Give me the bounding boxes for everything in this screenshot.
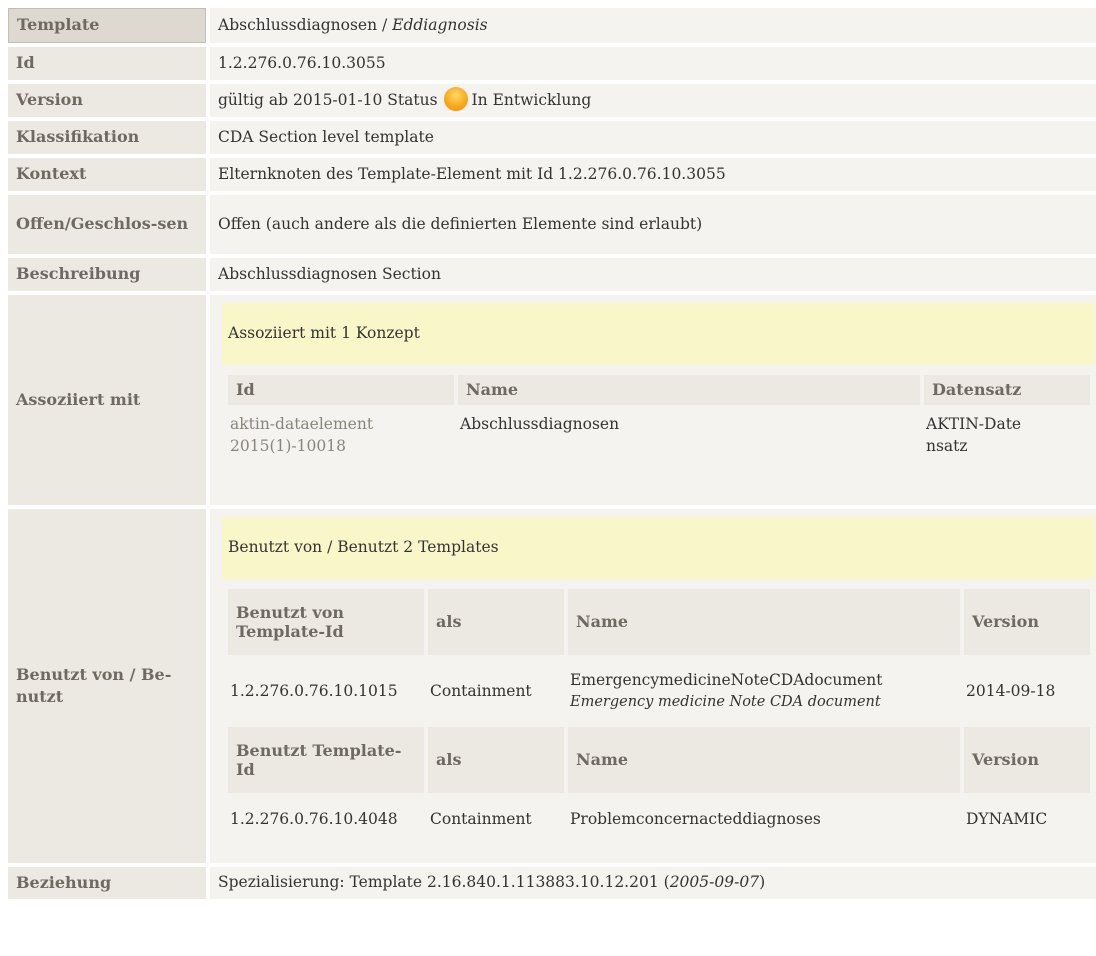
relationship-date: 2005-09-07 (669, 873, 760, 892)
value-kontext: Elternknoten des Template-Element mit Id… (210, 158, 1096, 191)
relationship-suffix: ) (759, 873, 766, 892)
col-id: Id (228, 375, 454, 405)
usage-header-1: Benutzt von Template-Id als Name Version (228, 589, 1090, 655)
row-version: Version gültig ab 2015-01-10 Status In E… (8, 84, 1096, 117)
usage-name-cell: EmergencymedicineNoteCDAdocument Emergen… (568, 659, 960, 723)
label-offen-geschlossen: Offen/Geschlos-sen (8, 195, 206, 254)
usage-table: Benutzt von Template-Id als Name Version… (224, 585, 1094, 845)
usage-template-id[interactable]: 1.2.276.0.76.10.4048 (228, 797, 424, 841)
row-kontext: Kontext Elternknoten des Template-Elemen… (8, 158, 1096, 191)
usage-version: DYNAMIC (966, 809, 1048, 828)
concept-name: Abschlussdiagnosen (460, 415, 620, 433)
label-kontext: Kontext (8, 158, 206, 191)
col-name: Name (568, 727, 960, 793)
row-klassifikation: Klassifikation CDA Section level templat… (8, 121, 1096, 154)
col-template-id: Benutzt Template-Id (228, 727, 424, 793)
row-offen-geschlossen: Offen/Geschlos-sen Offen (auch andere al… (8, 195, 1096, 254)
table-row: aktin-dataelement2015(1)-10018 Abschluss… (228, 409, 1090, 462)
usage-display-name: Emergency medicine Note CDA document (570, 693, 881, 710)
row-beziehung: Beziehung Spezialisierung: Template 2.16… (8, 867, 1096, 899)
usage-template-id[interactable]: 1.2.276.0.76.10.1015 (228, 659, 424, 723)
usage-name[interactable]: Problemconcernacteddiagnoses (568, 797, 960, 841)
col-template-id: Benutzt von Template-Id (228, 589, 424, 655)
label-version: Version (8, 84, 206, 117)
usage-version: 2014-09-18 (966, 681, 1056, 700)
label-klassifikation: Klassifikation (8, 121, 206, 154)
row-template: Template Abschlussdiagnosen / Eddiagnosi… (8, 8, 1096, 43)
concept-id-link[interactable]: aktin-dataelement2015(1)-10018 (230, 413, 452, 458)
template-detail-table: Template Abschlussdiagnosen / Eddiagnosi… (8, 8, 1096, 903)
value-klassifikation: CDA Section level template (210, 121, 1096, 154)
label-assoziiert: Assoziiert mit (8, 295, 206, 505)
value-template: Abschlussdiagnosen / Eddiagnosis (210, 8, 1096, 43)
relationship-prefix: Spezialisierung: Template 2.16.840.1.113… (218, 873, 670, 892)
template-separator: / (377, 15, 393, 34)
template-display-name: Eddiagnosis (392, 15, 488, 34)
value-assoziiert: Assoziiert mit 1 Konzept Id Name Datensa… (210, 295, 1096, 505)
label-id: Id (8, 47, 206, 80)
col-version: Version (964, 727, 1090, 793)
usage-header-2: Benutzt Template-Id als Name Version (228, 727, 1090, 793)
label-template: Template (8, 8, 206, 43)
value-offen-geschlossen: Offen (auch andere als die definierten E… (210, 195, 1096, 254)
value-version: gültig ab 2015-01-10 Status In Entwicklu… (210, 84, 1096, 117)
usage-name[interactable]: EmergencymedicineNoteCDAdocument (570, 669, 958, 691)
row-id: Id 1.2.276.0.76.10.3055 (8, 47, 1096, 80)
col-name: Name (568, 589, 960, 655)
usage-als: Containment (430, 809, 532, 828)
concept-table: Id Name Datensatz aktin-dataelement2015(… (224, 371, 1094, 466)
row-beschreibung: Beschreibung Abschlussdiagnosen Section (8, 258, 1096, 291)
value-beschreibung: Abschlussdiagnosen Section (210, 258, 1096, 291)
assoziiert-banner: Assoziiert mit 1 Konzept (222, 303, 1095, 365)
status-pending-icon (443, 86, 468, 111)
col-als: als (428, 727, 564, 793)
version-prefix: gültig ab 2015-01-10 Status (218, 90, 438, 109)
col-datensatz: Datensatz (924, 375, 1090, 405)
col-als: als (428, 589, 564, 655)
label-beziehung: Beziehung (8, 867, 206, 899)
label-benutzt: Benutzt von / Be-nutzt (8, 509, 206, 863)
status-text: In Entwicklung (471, 90, 592, 109)
usage-als: Containment (430, 681, 532, 700)
label-beschreibung: Beschreibung (8, 258, 206, 291)
concept-table-header: Id Name Datensatz (228, 375, 1090, 405)
col-version: Version (964, 589, 1090, 655)
row-assoziiert: Assoziiert mit Assoziiert mit 1 Konzept … (8, 295, 1096, 505)
concept-datensatz: AKTIN-Datensatz (926, 415, 1022, 456)
table-row: 1.2.276.0.76.10.4048 Containment Problem… (228, 797, 1090, 841)
table-row: 1.2.276.0.76.10.1015 Containment Emergen… (228, 659, 1090, 723)
value-id: 1.2.276.0.76.10.3055 (210, 47, 1096, 80)
benutzt-banner: Benutzt von / Benutzt 2 Templates (222, 517, 1095, 579)
concept-id-cell: aktin-dataelement2015(1)-10018 (228, 409, 454, 462)
col-name: Name (458, 375, 920, 405)
template-name: Abschlussdiagnosen (218, 15, 378, 34)
row-benutzt: Benutzt von / Be-nutzt Benutzt von / Ben… (8, 509, 1096, 863)
value-benutzt: Benutzt von / Benutzt 2 Templates Benutz… (210, 509, 1096, 863)
value-beziehung: Spezialisierung: Template 2.16.840.1.113… (210, 867, 1096, 899)
